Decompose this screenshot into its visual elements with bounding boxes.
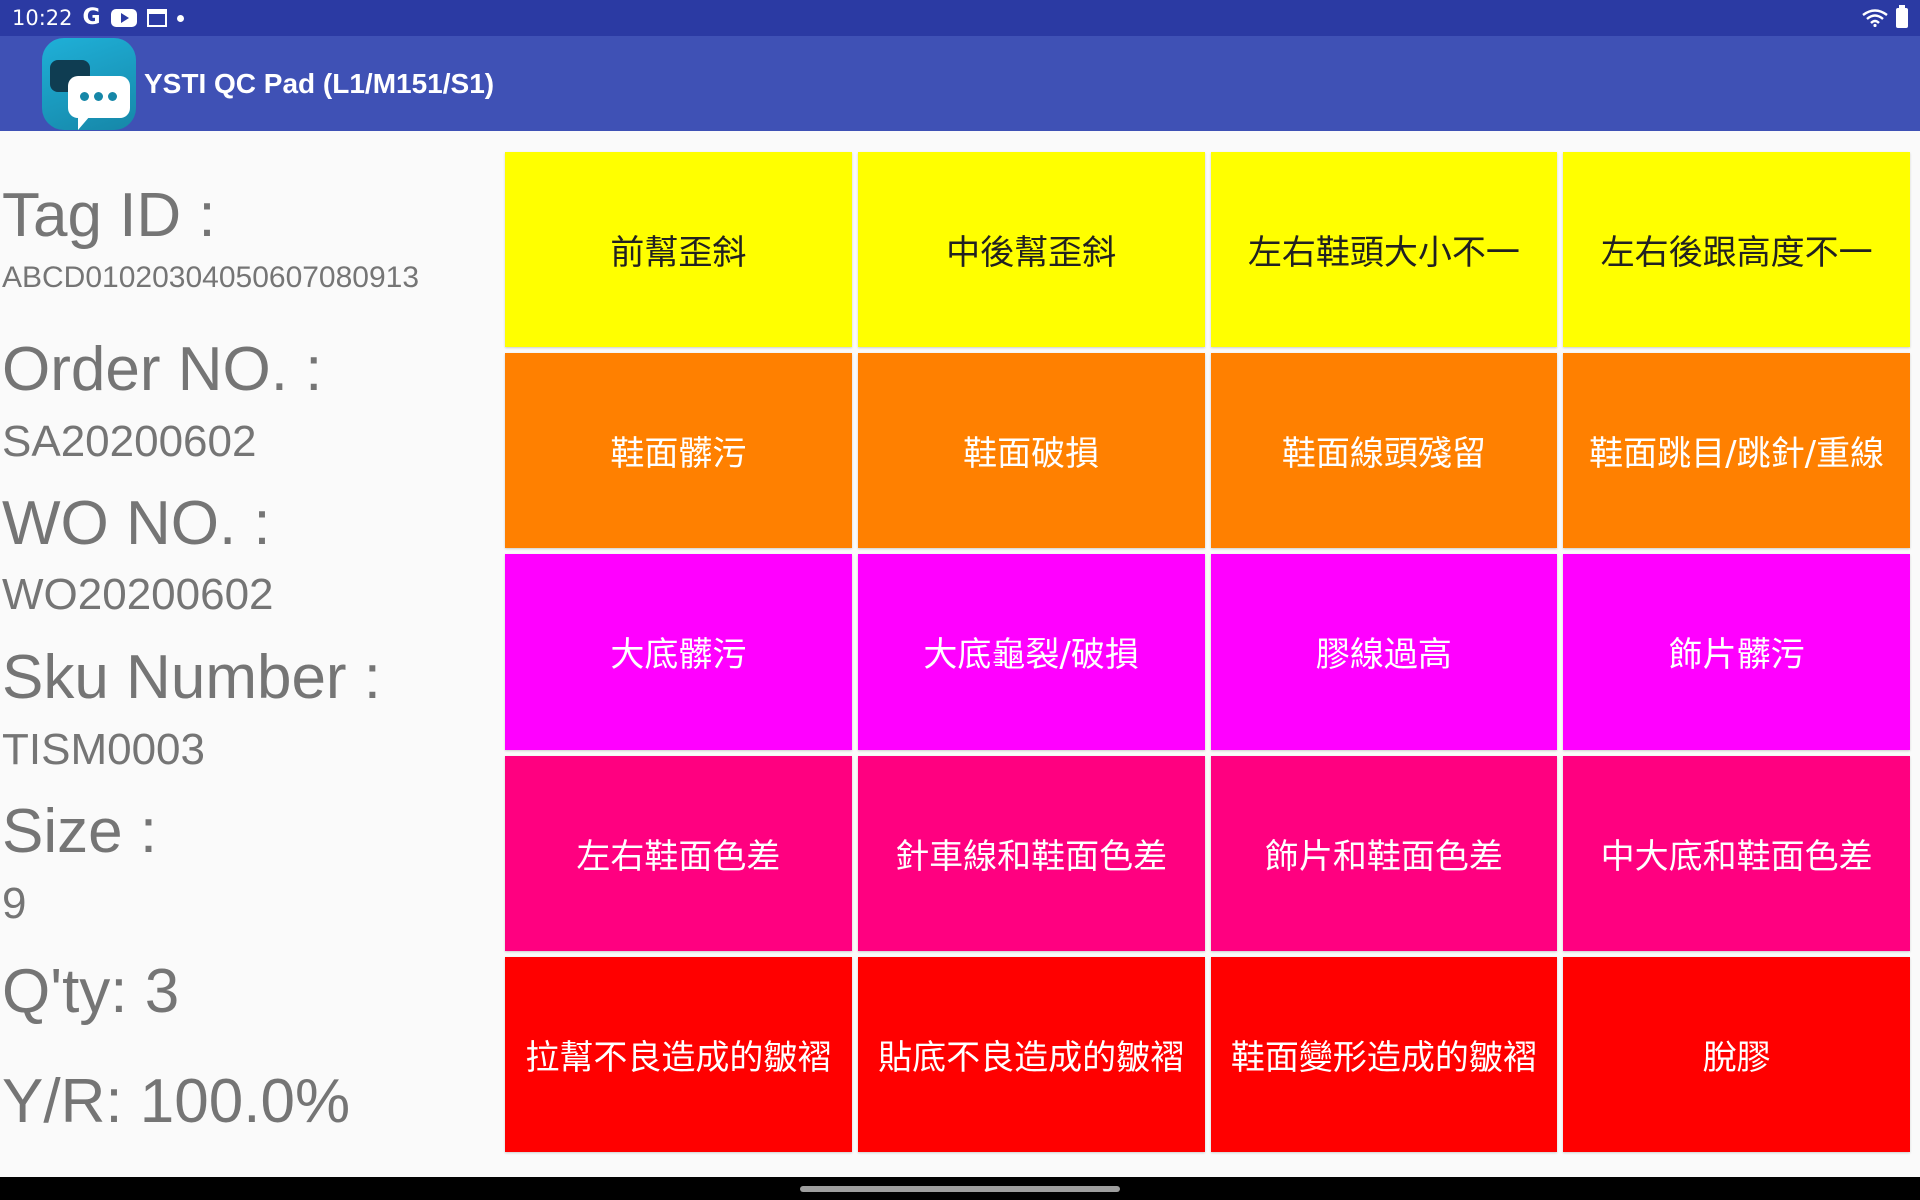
app-logo-icon: [42, 37, 136, 130]
defect-button[interactable]: 大底龜裂/破損: [857, 554, 1205, 750]
tag-id-value: ABCD01020304050607080913: [2, 261, 420, 294]
defect-button[interactable]: 針車線和鞋面色差: [857, 755, 1205, 951]
wo-no-label: WO NO. :: [2, 489, 271, 558]
status-bar: 10:22 G: [0, 0, 1920, 36]
defect-button[interactable]: 左右鞋面色差: [505, 755, 852, 951]
defect-button[interactable]: 飾片髒污: [1563, 554, 1910, 750]
defect-button[interactable]: 左右後跟高度不一: [1563, 152, 1910, 348]
yield-rate-text: Y/R: 100.0%: [2, 1067, 351, 1136]
defect-button[interactable]: 大底髒污: [505, 554, 852, 750]
defect-button[interactable]: 脫膠: [1563, 956, 1910, 1152]
defect-button[interactable]: 鞋面變形造成的皺褶: [1210, 956, 1558, 1152]
dot-icon: [176, 14, 184, 22]
defect-button[interactable]: 中後幫歪斜: [857, 152, 1205, 348]
app-title: YSTI QC Pad (L1/M151/S1): [144, 67, 495, 99]
home-gesture-handle[interactable]: [800, 1186, 1120, 1192]
sku-number-label: Sku Number :: [2, 643, 382, 712]
defect-button-grid: 前幫歪斜 中後幫歪斜 左右鞋頭大小不一 左右後跟高度不一鞋面髒污 鞋面破損 鞋面線頭殘留鞋…: [505, 152, 1910, 1152]
wo-no-value: WO20200602: [2, 570, 274, 619]
defect-button[interactable]: 鞋面線頭殘留: [1210, 353, 1558, 549]
defect-button[interactable]: 飾片和鞋面色差: [1210, 755, 1558, 951]
tag-id-label: Tag ID :: [2, 181, 216, 250]
wifi-icon: [1862, 9, 1888, 27]
status-left: 10:22 G: [12, 6, 184, 30]
defect-button[interactable]: 前幫歪斜: [505, 152, 852, 348]
quantity-text: Q'ty: 3: [2, 957, 180, 1026]
battery-icon: [1896, 5, 1908, 28]
order-no-label: Order NO. :: [2, 335, 323, 404]
order-info-panel: Tag ID : ABCD01020304050607080913 Order …: [0, 131, 500, 1177]
status-time: 10:22: [12, 6, 73, 30]
status-right: [1862, 5, 1908, 28]
navigation-bar: [0, 1177, 1920, 1200]
sku-number-value: TISM0003: [2, 725, 205, 774]
defect-button[interactable]: 貼底不良造成的皺褶: [857, 956, 1205, 1152]
defect-button[interactable]: 鞋面髒污: [505, 353, 852, 549]
youtube-icon: [110, 9, 137, 27]
size-value: 9: [2, 879, 27, 928]
defect-button[interactable]: 鞋面破損: [857, 353, 1205, 549]
defect-button[interactable]: 中大底和鞋面色差: [1563, 755, 1910, 951]
google-icon: G: [82, 5, 101, 30]
order-no-value: SA20200602: [2, 417, 257, 466]
defect-button[interactable]: 左右鞋頭大小不一: [1210, 152, 1558, 348]
defect-button[interactable]: 拉幫不良造成的皺褶: [505, 956, 852, 1152]
size-label: Size :: [2, 797, 158, 866]
app-bar: YSTI QC Pad (L1/M151/S1): [0, 36, 1920, 131]
defect-button[interactable]: 膠線過高: [1210, 554, 1558, 750]
calendar-icon: [146, 9, 167, 27]
defect-button[interactable]: 鞋面跳目/跳針/重線: [1563, 353, 1910, 549]
